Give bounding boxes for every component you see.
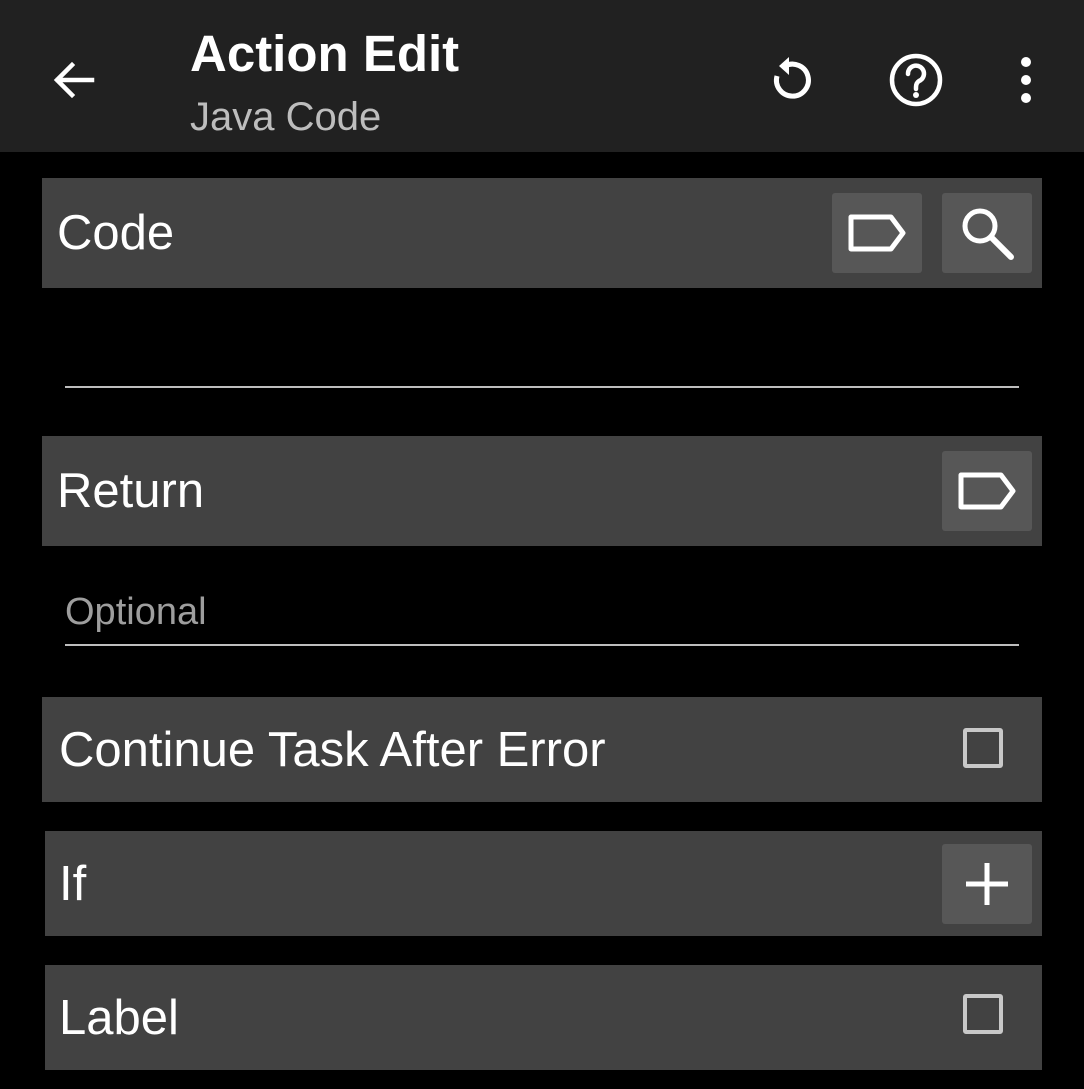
code-variable-button[interactable] bbox=[832, 193, 922, 273]
more-options-button[interactable] bbox=[980, 34, 1072, 126]
return-variable-button[interactable] bbox=[942, 451, 1032, 531]
plus-icon bbox=[966, 863, 1008, 905]
code-section: Code bbox=[42, 178, 1042, 288]
continue-after-error-section: Continue Task After Error bbox=[42, 697, 1042, 802]
label-label: Label bbox=[59, 990, 179, 1045]
return-label: Return bbox=[57, 464, 205, 518]
page-subtitle: Java Code bbox=[190, 95, 382, 139]
tag-icon bbox=[958, 472, 1016, 510]
search-icon bbox=[962, 208, 1014, 260]
undo-button[interactable] bbox=[743, 34, 835, 126]
return-section: Return bbox=[42, 436, 1042, 546]
if-label: If bbox=[59, 856, 87, 911]
label-checkbox[interactable] bbox=[963, 994, 1003, 1034]
label-section: Label bbox=[45, 965, 1042, 1070]
continue-after-error-label: Continue Task After Error bbox=[59, 722, 606, 777]
back-button[interactable] bbox=[28, 34, 120, 126]
arrow-left-icon bbox=[53, 61, 95, 99]
code-input[interactable] bbox=[65, 330, 1019, 388]
return-input[interactable] bbox=[65, 588, 1019, 646]
undo-icon bbox=[773, 57, 811, 99]
help-icon bbox=[889, 53, 943, 107]
more-vert-icon bbox=[1021, 57, 1031, 103]
add-condition-button[interactable] bbox=[942, 844, 1032, 924]
if-section: If bbox=[45, 831, 1042, 936]
continue-after-error-checkbox[interactable] bbox=[963, 728, 1003, 768]
app-bar: Action Edit Java Code bbox=[0, 0, 1084, 152]
page-title: Action Edit bbox=[190, 25, 460, 82]
help-button[interactable] bbox=[870, 34, 962, 126]
code-search-button[interactable] bbox=[942, 193, 1032, 273]
tag-icon bbox=[848, 214, 906, 252]
code-label: Code bbox=[57, 206, 175, 260]
